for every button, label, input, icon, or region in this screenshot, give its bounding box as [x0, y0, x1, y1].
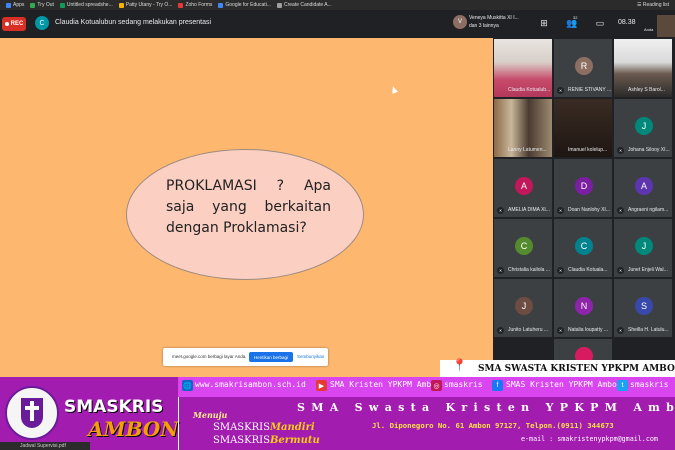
school-logo	[5, 386, 59, 440]
zoho-icon	[178, 2, 184, 8]
participant-tile[interactable]: S ✕ Sheilla H. Latulu...	[613, 278, 673, 338]
layout-icon[interactable]: ⊞	[538, 17, 550, 29]
bookmark-icon	[30, 2, 36, 8]
recording-badge: REC	[2, 17, 26, 31]
hide-button[interactable]: Sembunyikan	[297, 354, 324, 359]
record-dot-icon	[4, 22, 9, 26]
mic-off-icon: ✕	[497, 267, 504, 274]
mic-off-icon: ✕	[497, 327, 504, 334]
participant-tile[interactable]: A ✕ Angraeni ngilam...	[613, 158, 673, 218]
participants-count: 32	[573, 15, 578, 20]
participants-summary: Veneya Muskitta XI I... dan 3 lainnya	[469, 15, 519, 29]
mic-off-icon: ✕	[617, 327, 624, 334]
motto-line-1: SMASKRISMandiri	[213, 422, 315, 433]
twitter-icon: t	[617, 380, 628, 391]
sheets-icon	[59, 2, 65, 8]
participant-tile[interactable]: J ✕ Junet Enjeli Wal...	[613, 218, 673, 278]
participant-tile[interactable]: J ✕ Johana Silooy XI...	[613, 98, 673, 158]
motto-heading: Menuju	[193, 410, 228, 420]
map-pin-icon: 📍	[452, 358, 467, 372]
school-address: Jl. Diponegoro No. 61 Ambon 97127, Telpo…	[372, 421, 614, 430]
stop-sharing-button[interactable]: Hentikan berbagi	[249, 352, 293, 362]
participant-tile[interactable]: C ✕ Christalia kailola ...	[493, 218, 553, 278]
school-email: e-mail : smakristenypkpm@gmail.com	[521, 435, 658, 443]
cross-icon	[30, 401, 34, 421]
participant-tile[interactable]: A ✕ AMELIA DIMA XI...	[493, 158, 553, 218]
participant-tile[interactable]: N ✕ Natalia loupatty ...	[553, 278, 613, 338]
share-notice: meet.google.com berbagi layar Anda.	[172, 354, 247, 359]
youtube-text: SMA Kristen YPKPM Ambon	[330, 380, 441, 389]
self-video	[657, 15, 675, 37]
google-icon	[218, 2, 224, 8]
bookmark-icon	[276, 2, 282, 8]
participant-tile[interactable]: Lanny Latumen...	[493, 98, 553, 158]
youtube-icon: ▶	[316, 380, 327, 391]
school-name: SMA Swasta Kristen YPKPM Ambon	[297, 401, 675, 414]
participant-tile[interactable]: R ✕ RENIE STIVANY ...	[553, 38, 613, 98]
self-label: Anda	[644, 27, 654, 32]
bookmark-spreadsheet[interactable]: Untitled spreadshe...	[59, 2, 113, 8]
mic-off-icon: ✕	[557, 267, 564, 274]
participant-tile[interactable]: D ✕ Doan Nanlohy XI...	[553, 158, 613, 218]
cross-icon	[25, 406, 39, 410]
apps-icon	[6, 2, 11, 8]
brand-name: SMASKRIS	[64, 397, 164, 417]
facebook-icon: f	[492, 380, 503, 391]
participant-tile[interactable]: Ashley S Barol...	[613, 38, 673, 98]
download-item[interactable]: Jadwal Supervisi.pdf	[0, 442, 90, 450]
mic-off-icon: ✕	[557, 207, 564, 214]
reading-list[interactable]: ☰ Reading list	[637, 0, 669, 10]
participants-grid: Claudia Kotualub... R ✕ RENIE STIVANY ..…	[493, 38, 675, 377]
twitter-text: smaskris	[630, 380, 669, 389]
presenter-text: Claudia Kotualubun sedang melakukan pres…	[55, 19, 212, 26]
address-title: SMA SWASTA KRISTEN YPKPM AMBON	[478, 364, 675, 374]
bookmarks-bar: Apps Try Out Untitled spreadshe... Patty…	[0, 0, 675, 10]
screen-share-bar: meet.google.com berbagi layar Anda. Hent…	[163, 348, 328, 366]
instagram-icon: ◎	[431, 380, 442, 391]
presenter-avatar: C	[35, 16, 49, 30]
facebook-text: SMAS Kristen YPKPM Ambon	[506, 380, 622, 389]
mic-off-icon: ✕	[557, 87, 564, 94]
mic-off-icon: ✕	[557, 327, 564, 334]
mic-off-icon: ✕	[617, 267, 624, 274]
participant-tile[interactable]: J ✕ Junito Latuheru ...	[493, 278, 553, 338]
bookmark-zoho[interactable]: Zoho Forms	[178, 2, 212, 8]
motto-line-2: SMASKRISBermutu	[213, 435, 320, 446]
bookmark-icon	[118, 2, 124, 8]
clock: 08.38	[618, 19, 636, 26]
mic-off-icon: ✕	[497, 207, 504, 214]
bookmark-google-edu[interactable]: Google for Educati...	[218, 2, 271, 8]
participant-tile[interactable]: Claudia Kotualub...	[493, 38, 553, 98]
bookmark-apps[interactable]: Apps	[6, 2, 24, 8]
slide-question: PROKLAMASI ? Apa saja yang berkaitan den…	[166, 178, 331, 236]
globe-icon: 🌐	[182, 380, 193, 391]
mic-off-icon: ✕	[617, 207, 624, 214]
bookmark-try-out[interactable]: Try Out	[30, 2, 54, 8]
bookmark-patty[interactable]: Patty Utany - Try O...	[118, 2, 172, 8]
participant-tile[interactable]: Imanuel kolelup...	[553, 98, 613, 158]
participant-avatar: V	[453, 15, 467, 29]
instagram-text: smaskris	[444, 380, 483, 389]
meet-top-bar: REC C Claudia Kotualubun sedang melakuka…	[0, 10, 675, 38]
brand-city: AMBON	[88, 417, 179, 441]
website-text: www.smakrisambon.sch.id	[195, 380, 306, 389]
participant-tile[interactable]: C ✕ Claudia Kotuala...	[553, 218, 613, 278]
mic-off-icon: ✕	[617, 147, 624, 154]
chat-icon[interactable]: ▭	[594, 17, 606, 29]
bookmark-create-candidate[interactable]: Create Candidate A...	[276, 2, 332, 8]
banner-divider	[178, 397, 179, 450]
